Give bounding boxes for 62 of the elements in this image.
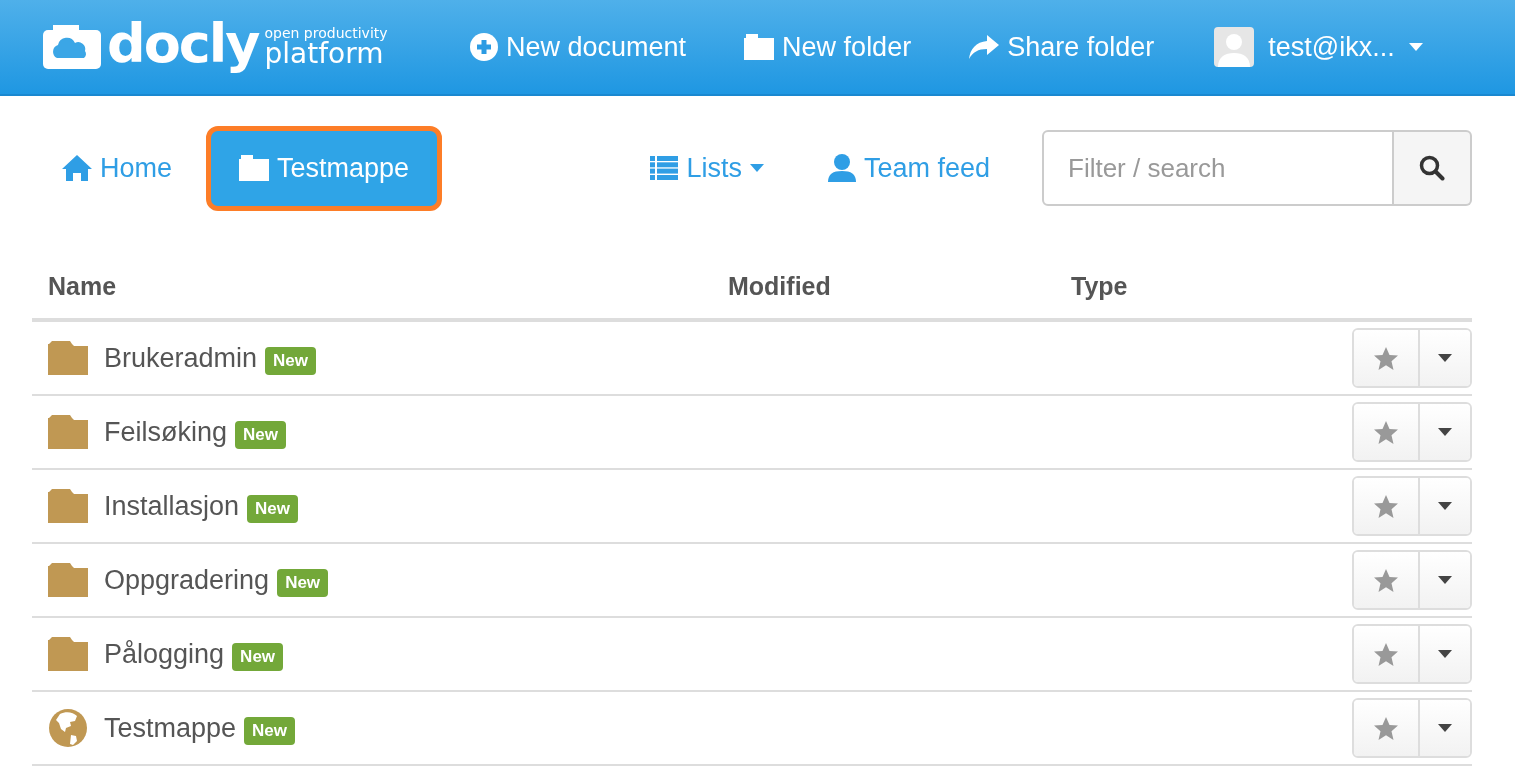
star-icon — [1374, 642, 1398, 666]
folder-icon — [744, 34, 775, 60]
star-button[interactable] — [1354, 552, 1420, 608]
star-button[interactable] — [1354, 478, 1420, 534]
folder-name-link[interactable]: Feilsøking — [104, 416, 228, 448]
star-icon — [1374, 346, 1398, 370]
folder-cloud-logo-icon — [43, 25, 101, 69]
folder-icon — [48, 415, 88, 449]
caret-icon — [749, 164, 764, 172]
home-icon — [62, 155, 92, 181]
new-badge: New — [235, 421, 286, 449]
logo-tagline: open productivity — [264, 26, 388, 40]
new-badge: New — [244, 717, 296, 745]
star-button[interactable] — [1354, 404, 1420, 460]
column-header[interactable]: Type — [1071, 271, 1128, 301]
share-arrow-icon — [969, 35, 1000, 59]
star-icon — [1374, 494, 1398, 518]
logo-wordmark: docly — [107, 17, 259, 71]
caret-icon — [1438, 650, 1452, 658]
folder-icon — [239, 155, 270, 181]
new-badge: New — [265, 347, 317, 375]
star-button[interactable] — [1354, 626, 1420, 682]
star-button[interactable] — [1354, 700, 1420, 756]
folder-name-link[interactable]: Brukeradmin — [104, 342, 258, 374]
list-icon — [650, 156, 679, 180]
person-icon — [827, 154, 856, 182]
row-menu-button[interactable] — [1420, 330, 1470, 386]
column-header[interactable]: Modified — [728, 271, 1071, 301]
caret-icon — [1438, 428, 1452, 436]
avatar-silhouette-icon — [1214, 27, 1255, 67]
new-badge: New — [232, 643, 284, 671]
row-menu-button[interactable] — [1420, 404, 1470, 460]
star-button[interactable] — [1354, 330, 1420, 386]
caret-icon — [1438, 354, 1452, 362]
folder-icon — [48, 341, 88, 375]
row-menu-button[interactable] — [1420, 700, 1470, 756]
search-icon — [1419, 155, 1445, 181]
row-menu-button[interactable] — [1420, 626, 1470, 682]
folder-icon — [48, 489, 88, 523]
logo-tagline: platform — [264, 40, 384, 68]
folder-name-link[interactable]: Oppgradering — [104, 564, 270, 596]
row-menu-button[interactable] — [1420, 552, 1470, 608]
globe-icon — [48, 708, 88, 748]
folder-icon — [48, 637, 88, 671]
new-badge: New — [247, 495, 299, 523]
caret-icon — [1408, 43, 1423, 51]
plus-circle-icon — [470, 33, 498, 61]
search-field[interactable]: Filter / search — [1042, 130, 1394, 206]
star-icon — [1374, 716, 1398, 740]
column-header[interactable]: Name — [48, 271, 728, 301]
row-menu-button[interactable] — [1420, 478, 1470, 534]
new-badge: New — [277, 569, 329, 597]
star-icon — [1374, 568, 1398, 592]
star-icon — [1374, 420, 1398, 444]
caret-icon — [1438, 576, 1452, 584]
caret-icon — [1438, 724, 1452, 732]
search-button[interactable] — [1394, 130, 1472, 206]
folder-name-link[interactable]: Testmappe — [104, 712, 237, 744]
folder-name-link[interactable]: Installasjon — [104, 490, 240, 522]
caret-icon — [1438, 502, 1452, 510]
folder-icon — [48, 563, 88, 597]
folder-name-link[interactable]: Pålogging — [104, 638, 225, 670]
